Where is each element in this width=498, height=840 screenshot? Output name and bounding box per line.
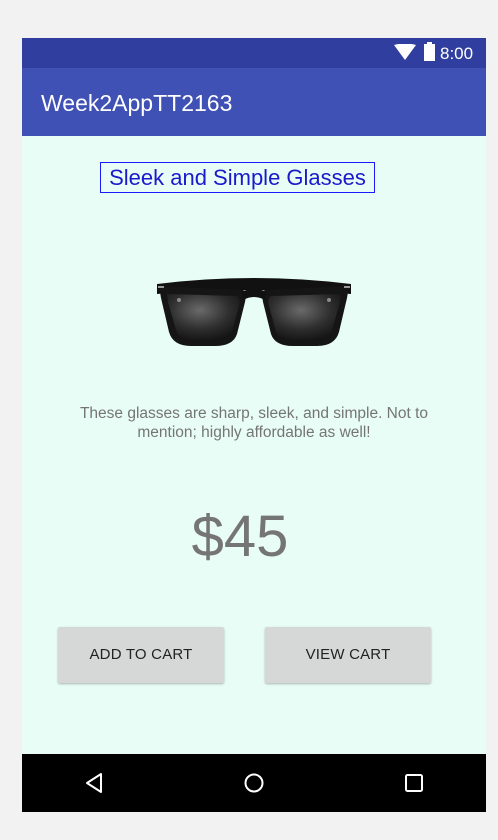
app-bar: Week2AppTT2163 xyxy=(22,68,486,136)
product-title: Sleek and Simple Glasses xyxy=(100,162,375,193)
home-icon[interactable] xyxy=(243,772,265,794)
product-price: $45 xyxy=(191,504,289,569)
status-bar: 8:00 xyxy=(22,38,486,68)
battery-icon xyxy=(424,42,435,61)
back-icon[interactable] xyxy=(84,772,106,794)
navigation-bar xyxy=(22,754,486,812)
view-cart-button[interactable]: VIEW CART xyxy=(265,627,431,683)
status-time: 8:00 xyxy=(440,44,474,63)
phone-screen: 8:00 Week2AppTT2163 Sleek and Simple Gla… xyxy=(22,38,486,812)
wifi-icon xyxy=(394,44,416,60)
sunglasses-image xyxy=(157,278,351,346)
product-description: These glasses are sharp, sleek, and simp… xyxy=(79,405,429,441)
recent-apps-icon[interactable] xyxy=(403,772,425,794)
app-title: Week2AppTT2163 xyxy=(41,90,233,116)
add-to-cart-button[interactable]: ADD TO CART xyxy=(58,627,224,683)
